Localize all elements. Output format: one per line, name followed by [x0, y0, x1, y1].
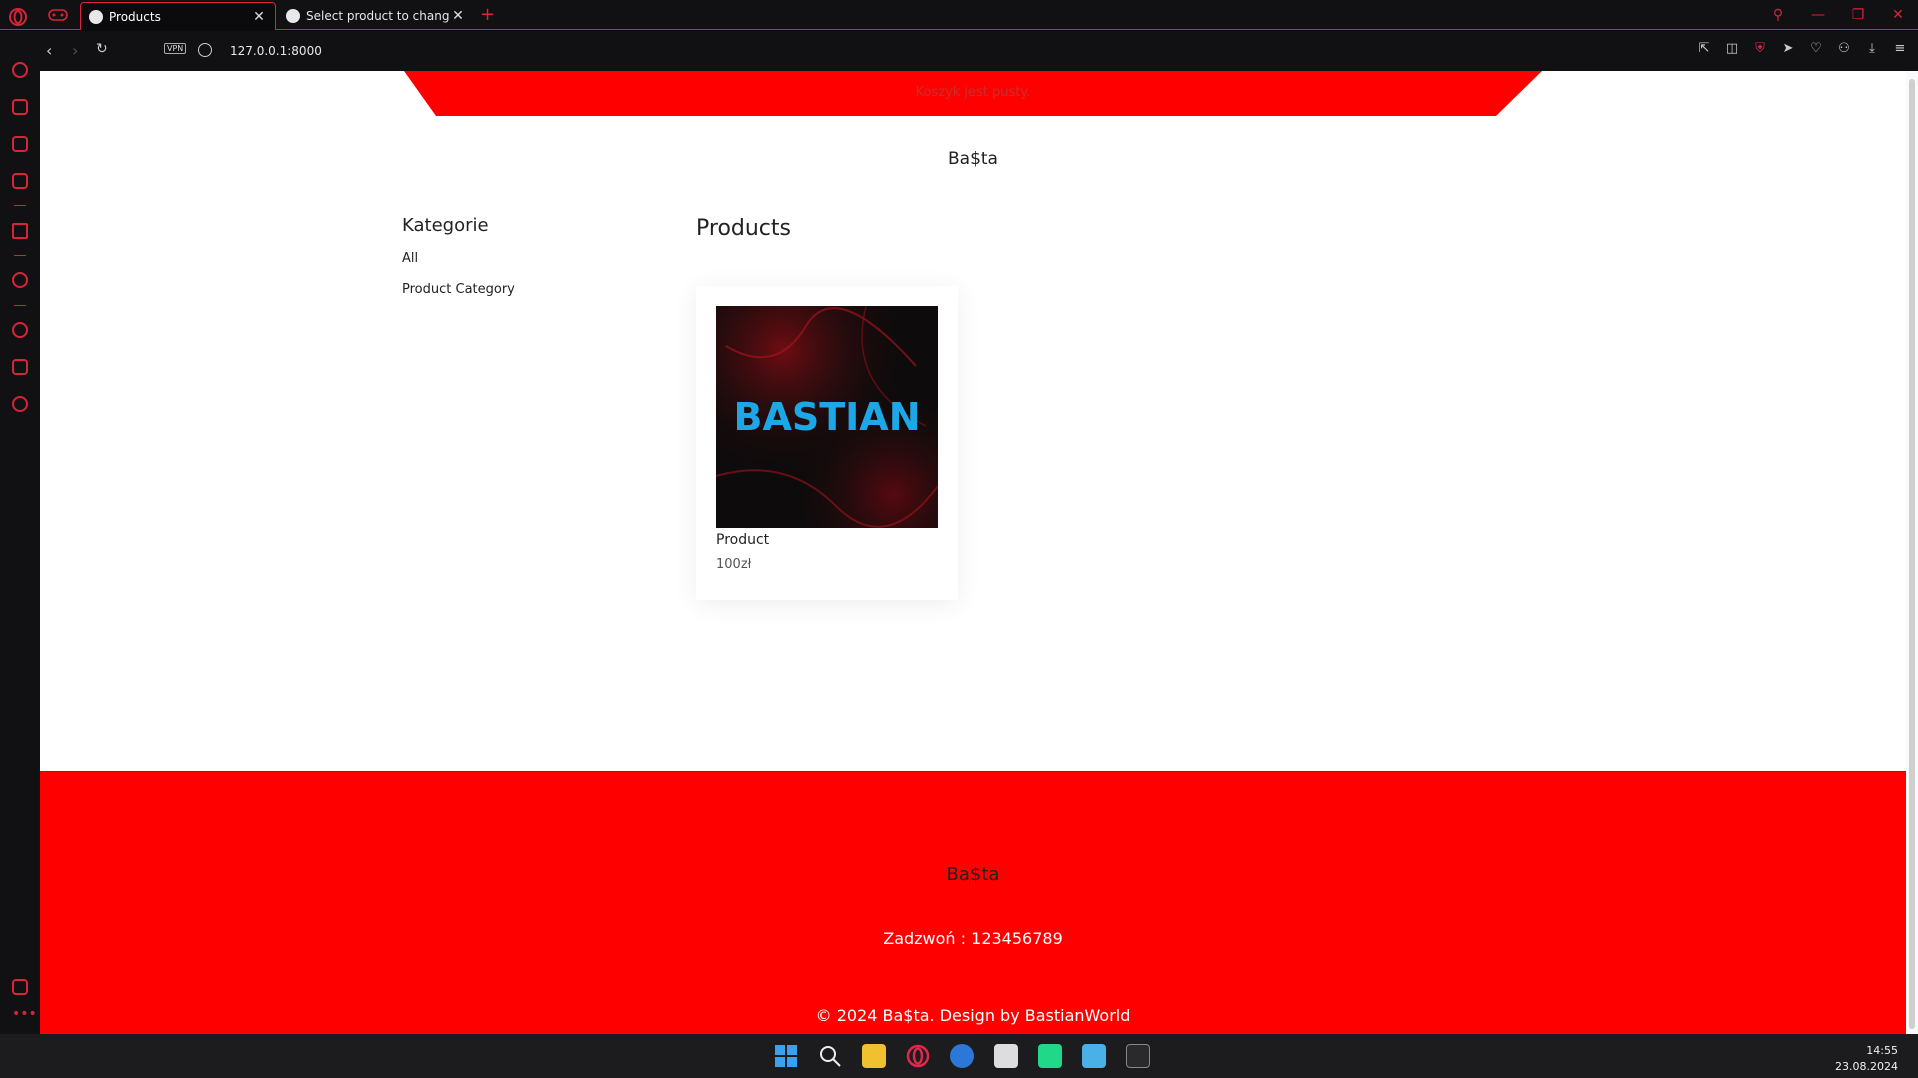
- terminal-icon[interactable]: [1126, 1044, 1150, 1068]
- tab-label: Products: [109, 9, 161, 24]
- windows-start-icon[interactable]: [774, 1044, 798, 1068]
- address-bar: ‹ › ↻ VPN 127.0.0.1:8000 ⇱ ◫ ⛨ ➤ ♡ ⚇ ⤓ ≡: [40, 31, 1918, 71]
- vpn-badge[interactable]: VPN: [164, 43, 187, 54]
- toolbar-icons: ⇱ ◫ ⛨ ➤ ♡ ⚇ ⤓ ≡: [1696, 41, 1908, 57]
- clock-time: 14:55: [1866, 1044, 1898, 1057]
- heart-icon[interactable]: ♡: [1808, 41, 1824, 57]
- send-icon[interactable]: ➤: [1780, 41, 1796, 57]
- product-card[interactable]: BASTIAN Product 100zł: [696, 286, 958, 600]
- window-controls: ⚲ — ❐ ✕: [1758, 0, 1918, 30]
- sidebar-divider: [14, 205, 26, 206]
- product-image[interactable]: BASTIAN: [716, 306, 938, 528]
- search-tabs-icon[interactable]: ⚲: [1758, 7, 1798, 23]
- close-tab-icon[interactable]: ✕: [251, 9, 267, 25]
- site-info-icon[interactable]: [198, 43, 212, 57]
- speed-dial-icon[interactable]: [12, 62, 28, 78]
- category-link-product-category[interactable]: Product Category: [402, 282, 515, 297]
- adblock-shield-icon[interactable]: ⛨: [1752, 41, 1768, 57]
- pycharm-icon[interactable]: [1038, 1044, 1062, 1068]
- minimize-icon[interactable]: —: [1798, 7, 1838, 23]
- close-tab-icon[interactable]: ✕: [450, 8, 466, 24]
- opera-logo-icon[interactable]: [8, 7, 28, 27]
- snipping-tool-icon[interactable]: [994, 1044, 1018, 1068]
- sidebar-divider: [14, 305, 26, 306]
- tab-select-product[interactable]: Select product to change | ✕: [278, 2, 474, 30]
- app-circle-icon[interactable]: [950, 1044, 974, 1068]
- back-icon[interactable]: ‹: [46, 41, 52, 60]
- clock-date: 23.08.2024: [1835, 1060, 1898, 1073]
- notepad-icon[interactable]: [1082, 1044, 1106, 1068]
- site-logo[interactable]: Ba$ta: [40, 149, 1906, 169]
- forward-icon[interactable]: ›: [72, 41, 78, 60]
- svg-text:BASTIAN: BASTIAN: [733, 395, 920, 439]
- product-price: 100zł: [716, 557, 752, 572]
- aria-ai-icon[interactable]: [12, 223, 28, 239]
- browser-sidebar: •••: [0, 31, 40, 1034]
- footer-brand: Ba$ta: [946, 864, 1000, 885]
- site-footer: Ba$ta Zadzwoń : 123456789 © 2024 Ba$ta. …: [40, 771, 1906, 1034]
- player-icon[interactable]: [12, 272, 28, 288]
- gamepad-icon[interactable]: [48, 7, 68, 23]
- footer-phone: Zadzwoń : 123456789: [883, 929, 1063, 948]
- scrollbar-thumb[interactable]: [1909, 79, 1915, 1029]
- categories-heading: Kategorie: [402, 215, 489, 236]
- product-name[interactable]: Product: [716, 532, 769, 548]
- footer-copyright: © 2024 Ba$ta. Design by BastianWorld: [815, 1006, 1131, 1025]
- globe-favicon-icon: [286, 9, 300, 23]
- reload-icon[interactable]: ↻: [96, 41, 108, 57]
- screen: Products ✕ Select product to change | ✕ …: [0, 0, 1918, 1078]
- download-icon[interactable]: ⤓: [1864, 41, 1880, 57]
- tab-label: Select product to change |: [306, 9, 450, 23]
- bastian-logo-image: BASTIAN: [716, 306, 938, 528]
- snapshot-icon[interactable]: ◫: [1724, 41, 1740, 57]
- globe-favicon-icon: [89, 9, 103, 24]
- history-icon[interactable]: [12, 322, 28, 338]
- extensions-cube-icon[interactable]: [12, 359, 28, 375]
- profile-icon[interactable]: ⚇: [1836, 41, 1852, 57]
- category-link-all[interactable]: All: [402, 251, 418, 266]
- browser-tab-bar: Products ✕ Select product to change | ✕ …: [0, 0, 1918, 30]
- tab-products[interactable]: Products ✕: [80, 2, 276, 30]
- cart-status[interactable]: Koszyk jest pusty.: [40, 85, 1906, 100]
- more-dots-icon[interactable]: •••: [12, 1006, 37, 1022]
- web-page: Koszyk jest pusty. Ba$ta Kategorie All P…: [40, 71, 1906, 1034]
- url-field[interactable]: 127.0.0.1:8000: [230, 44, 322, 58]
- share-icon[interactable]: ⇱: [1696, 41, 1712, 57]
- twitch-icon[interactable]: [12, 136, 28, 152]
- sidebar-divider: [14, 255, 26, 256]
- opera-taskbar-icon[interactable]: [906, 1044, 930, 1068]
- menu-icon[interactable]: ≡: [1892, 41, 1908, 57]
- restore-icon[interactable]: ❐: [1838, 7, 1878, 23]
- search-icon[interactable]: [818, 1044, 842, 1068]
- page-scrollbar[interactable]: [1906, 71, 1918, 1034]
- settings-gear-icon[interactable]: [12, 396, 28, 412]
- file-explorer-icon[interactable]: [862, 1044, 886, 1068]
- shopping-icon[interactable]: [12, 99, 28, 115]
- gallery-icon[interactable]: [12, 979, 28, 995]
- close-window-icon[interactable]: ✕: [1878, 7, 1918, 23]
- system-clock[interactable]: 14:55 23.08.2024: [1835, 1043, 1898, 1075]
- new-tab-button[interactable]: +: [480, 4, 495, 25]
- windows-taskbar: 14:55 23.08.2024: [0, 1034, 1918, 1078]
- products-heading: Products: [696, 216, 791, 241]
- calendar-icon[interactable]: [12, 173, 28, 189]
